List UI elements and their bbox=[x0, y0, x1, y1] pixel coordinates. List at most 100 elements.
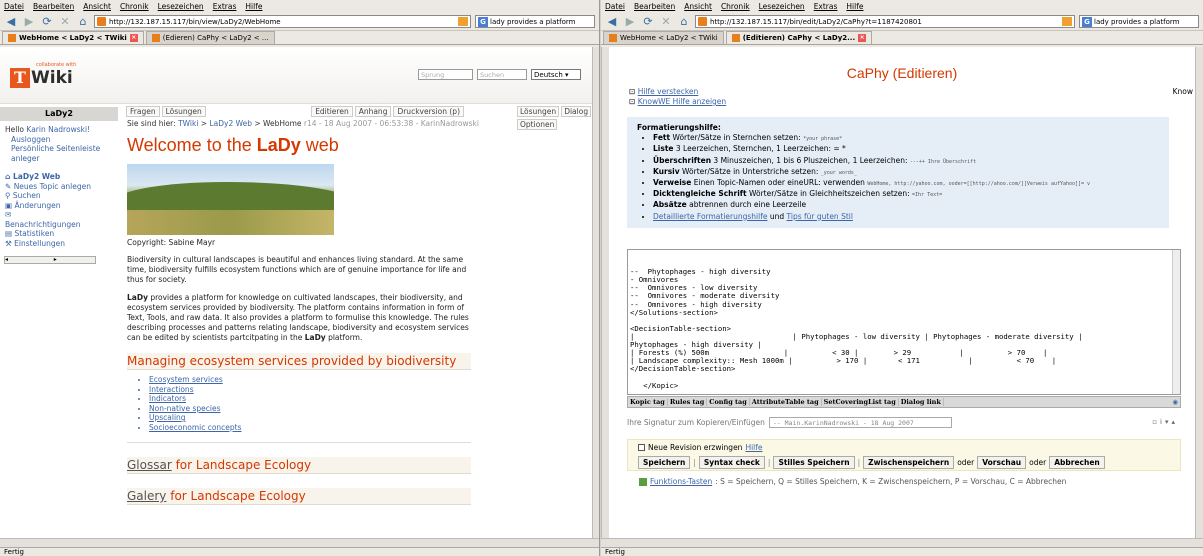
sidebar-item-search[interactable]: ⚲ Suchen bbox=[0, 191, 122, 201]
tab-caphy-edit[interactable]: (Editieren) CaPhy < LaDy2... × bbox=[725, 31, 873, 44]
syntax-check-button[interactable]: Syntax check bbox=[698, 456, 765, 469]
stop-icon[interactable]: ✕ bbox=[659, 15, 673, 28]
save-button[interactable]: Speichern bbox=[638, 456, 691, 469]
help-circle-icon[interactable]: ◉ bbox=[1170, 398, 1180, 406]
attach-button[interactable]: Anhang bbox=[354, 106, 392, 117]
home-icon[interactable]: ⌂ bbox=[677, 15, 691, 28]
horizontal-scrollbar[interactable] bbox=[601, 538, 1203, 547]
rss-icon[interactable] bbox=[458, 17, 468, 26]
dialog-link-button[interactable]: Dialog link bbox=[899, 398, 944, 406]
tab-caphy-edit[interactable]: (Edieren) CaPhy < LaDy2 < ... bbox=[145, 31, 275, 44]
menu-datei[interactable]: Datei bbox=[4, 2, 24, 11]
hide-help-link[interactable]: Hilfe verstecken bbox=[638, 87, 699, 96]
detailed-help-link[interactable]: Detaillierte Formatierungshilfe bbox=[653, 212, 767, 221]
style-tips-link[interactable]: Tips für guten Stil bbox=[787, 212, 853, 221]
breadcrumb-twiki[interactable]: TWiki bbox=[178, 119, 198, 128]
sidebar-hscroll[interactable]: ◂ ▸ bbox=[4, 256, 96, 264]
menu-lesezeichen[interactable]: Lesezeichen bbox=[759, 2, 805, 11]
menu-hilfe[interactable]: Hilfe bbox=[846, 2, 863, 11]
menu-chronik[interactable]: Chronik bbox=[120, 2, 149, 11]
vertical-scrollbar[interactable] bbox=[592, 47, 599, 538]
knowwe-options-button[interactable]: Optionen bbox=[517, 119, 558, 130]
search-bar[interactable]: G lady provides a platform bbox=[475, 15, 595, 28]
list-item[interactable]: Ecosystem services bbox=[149, 375, 471, 385]
setcoveringlist-tag-button[interactable]: SetCoveringList tag bbox=[822, 398, 899, 406]
home-icon[interactable]: ⌂ bbox=[76, 15, 90, 28]
knowwe-solutions-button[interactable]: Lösungen bbox=[517, 106, 560, 117]
list-item[interactable]: Interactions bbox=[149, 385, 471, 395]
cancel-button[interactable]: Abbrechen bbox=[1049, 456, 1105, 469]
back-arrow-icon[interactable]: ◀ bbox=[4, 15, 18, 28]
textarea-scrollbar[interactable] bbox=[1172, 250, 1180, 394]
glossar-link[interactable]: Glossar bbox=[127, 458, 172, 472]
sidebar-item-statistics[interactable]: ▤ Statistiken bbox=[0, 229, 122, 239]
force-revision-checkbox[interactable] bbox=[638, 444, 645, 451]
menu-ansicht[interactable]: Ansicht bbox=[684, 2, 712, 11]
tab-webhome[interactable]: WebHome < LaDy2 < TWiki bbox=[603, 31, 724, 44]
menu-bearbeiten[interactable]: Bearbeiten bbox=[33, 2, 74, 11]
jump-input[interactable]: Sprung bbox=[418, 69, 473, 80]
sidebar-item-new-topic[interactable]: ✎ Neues Topic anlegen bbox=[0, 182, 122, 192]
url-bar[interactable]: http://132.187.15.117/bin/view/LaDy2/Web… bbox=[94, 15, 471, 28]
grow-icon[interactable]: ▴ bbox=[1171, 418, 1175, 426]
menu-extras[interactable]: Extras bbox=[213, 2, 237, 11]
vertical-scrollbar[interactable] bbox=[601, 47, 609, 538]
search-bar[interactable]: G lady provides a platform bbox=[1079, 15, 1199, 28]
list-item[interactable]: Upscaling bbox=[149, 413, 471, 423]
sidebar-item-web[interactable]: ⌂ LaDy2 Web bbox=[0, 172, 122, 182]
personal-sidebar-link[interactable]: Persönliche Seitenleiste anleger bbox=[0, 144, 122, 163]
user-link[interactable]: Karin Nadrowski! bbox=[26, 125, 90, 134]
kopic-tag-button[interactable]: Kopic tag bbox=[628, 398, 668, 406]
language-select[interactable]: Deutsch ▾ bbox=[531, 69, 581, 80]
forward-arrow-icon[interactable]: ▶ bbox=[22, 15, 36, 28]
topic-textarea[interactable]: -- Phytophages - high diversity - Omnivor… bbox=[627, 249, 1181, 395]
tab-webhome[interactable]: WebHome < LaDy2 < TWiki × bbox=[2, 31, 144, 44]
menu-chronik[interactable]: Chronik bbox=[721, 2, 750, 11]
list-item[interactable]: Indicators bbox=[149, 394, 471, 404]
signature-field[interactable]: -- Main.KarinNadrowski - 18 Aug 2007 bbox=[768, 417, 952, 428]
stop-icon[interactable]: ✕ bbox=[58, 15, 72, 28]
reload-icon[interactable]: ⟳ bbox=[641, 15, 655, 28]
checkpoint-button[interactable]: Zwischenspeichern bbox=[863, 456, 955, 469]
reload-icon[interactable]: ⟳ bbox=[40, 15, 54, 28]
menu-extras[interactable]: Extras bbox=[814, 2, 838, 11]
close-tab-icon[interactable]: × bbox=[129, 34, 138, 42]
sidebar-item-notifications[interactable]: ✉ Benachrichtigungen bbox=[0, 210, 122, 229]
menu-datei[interactable]: Datei bbox=[605, 2, 625, 11]
horizontal-scrollbar[interactable] bbox=[0, 538, 599, 547]
attributetable-tag-button[interactable]: AttributeTable tag bbox=[750, 398, 822, 406]
close-tab-icon[interactable]: × bbox=[858, 34, 867, 42]
menu-hilfe[interactable]: Hilfe bbox=[245, 2, 262, 11]
shrink-icon[interactable]: ▾ bbox=[1165, 418, 1169, 426]
size-info-icon[interactable]: i bbox=[1160, 418, 1162, 426]
solutions-button[interactable]: Lösungen bbox=[161, 106, 206, 117]
function-keys-link[interactable]: Funktions-Tasten bbox=[650, 477, 712, 486]
quiet-save-button[interactable]: Stilles Speichern bbox=[773, 456, 855, 469]
rules-tag-button[interactable]: Rules tag bbox=[668, 398, 708, 406]
config-tag-button[interactable]: Config tag bbox=[707, 398, 750, 406]
preview-button[interactable]: Vorschau bbox=[977, 456, 1027, 469]
breadcrumb-web[interactable]: LaDy2 Web bbox=[209, 119, 252, 128]
forward-arrow-icon[interactable]: ▶ bbox=[623, 15, 637, 28]
menu-lesezeichen[interactable]: Lesezeichen bbox=[158, 2, 204, 11]
logout-link[interactable]: Ausloggen bbox=[0, 135, 122, 145]
edit-button[interactable]: Editieren bbox=[311, 106, 353, 117]
back-arrow-icon[interactable]: ◀ bbox=[605, 15, 619, 28]
menu-bearbeiten[interactable]: Bearbeiten bbox=[634, 2, 675, 11]
galery-link[interactable]: Galery bbox=[127, 489, 166, 503]
questions-button[interactable]: Fragen bbox=[126, 106, 160, 117]
twiki-logo[interactable]: collaborate with T Wiki bbox=[10, 62, 76, 88]
knowwe-dialog-button[interactable]: Dialog bbox=[561, 106, 592, 117]
rss-icon[interactable] bbox=[1062, 17, 1072, 26]
list-item[interactable]: Socioeconomic concepts bbox=[149, 423, 471, 433]
list-item[interactable]: Non-native species bbox=[149, 404, 471, 414]
url-bar[interactable]: http://132.187.15.117/bin/edit/LaDy2/CaP… bbox=[695, 15, 1075, 28]
menu-ansicht[interactable]: Ansicht bbox=[83, 2, 111, 11]
search-input[interactable]: Suchen bbox=[477, 69, 527, 80]
print-button[interactable]: Druckversion (p) bbox=[393, 106, 464, 117]
help-link[interactable]: Hilfe bbox=[745, 443, 762, 452]
vertical-scrollbar-right[interactable] bbox=[1195, 47, 1203, 538]
sidebar-item-changes[interactable]: ▣ Änderungen bbox=[0, 201, 122, 211]
sidebar-item-settings[interactable]: ⚒ Einstellungen bbox=[0, 239, 122, 249]
size-small-icon[interactable]: ▫ bbox=[1152, 418, 1157, 426]
